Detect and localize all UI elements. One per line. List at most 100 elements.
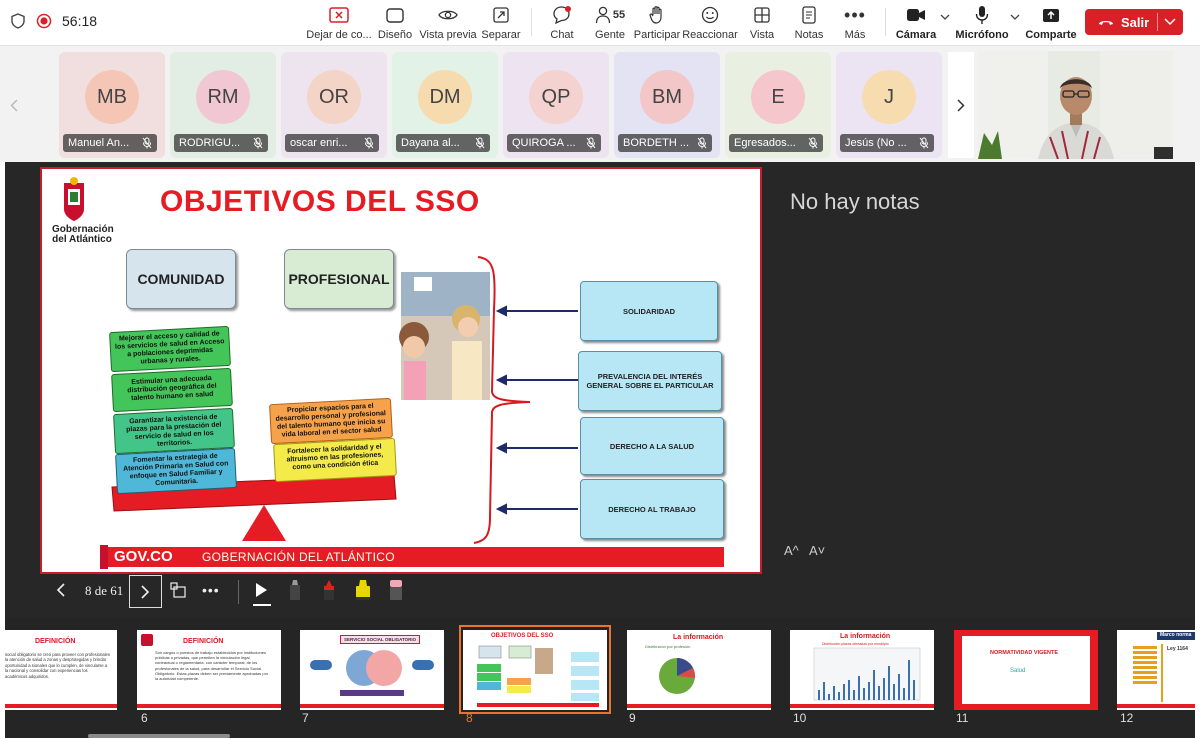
chevron-left-icon	[56, 583, 65, 597]
microphone-options-chevron-icon[interactable]	[1010, 14, 1020, 21]
red-marker-tool[interactable]	[322, 572, 338, 608]
hand-icon	[649, 4, 665, 26]
objective-orange: Propiciar espacios para el desarrollo pe…	[269, 397, 393, 445]
chat-label: Chat	[550, 29, 574, 41]
recording-icon[interactable]	[36, 13, 52, 29]
muted-microphone-icon	[364, 137, 374, 149]
participant-name: Manuel An...	[68, 137, 130, 149]
highlighter-tool[interactable]	[354, 572, 374, 608]
microphone-button[interactable]: Micrófono	[955, 4, 1009, 44]
thumb-pie-chart	[627, 658, 771, 708]
thumb-number: 7	[302, 711, 309, 725]
highlighter-icon	[356, 580, 370, 600]
slide-thumbnail-6[interactable]: DEFINICIÓN Son cargos o puestos de traba…	[137, 630, 281, 710]
slide-footer-text: GOBERNACIÓN DEL ATLÁNTICO	[202, 550, 395, 564]
muted-microphone-icon	[586, 137, 596, 149]
controls-divider	[238, 580, 239, 604]
thumb-body: Son cargos o puestos de trabajo establec…	[155, 650, 269, 682]
slide-thumbnail-7[interactable]: SERVICIO SOCIAL OBLIGATORIO	[300, 630, 444, 710]
grid-icon	[754, 4, 770, 26]
slide-grid-button[interactable]	[170, 572, 188, 608]
participant-tile[interactable]: RM RODRIGU...	[170, 52, 276, 158]
thumb-number: 10	[793, 711, 807, 725]
participant-name: Jesús (No ...	[845, 137, 907, 149]
participant-tile[interactable]: MB Manuel An...	[59, 52, 165, 158]
react-button[interactable]: Reaccionar	[682, 4, 738, 44]
gallery-next-button[interactable]	[948, 52, 974, 158]
muted-microphone-icon	[697, 137, 707, 149]
share-upload-icon	[1042, 4, 1060, 26]
notes-label: Notas	[794, 29, 824, 41]
next-slide-button[interactable]	[129, 575, 162, 608]
slide-thumbnail-11[interactable]: NORMATIVIDAD VIGENTE Salud	[954, 630, 1098, 710]
security-shield-icon[interactable]	[11, 13, 25, 29]
slide-footer-govco: GOV.CO	[114, 548, 173, 565]
slide-thumbnail-9[interactable]: La información Distribución por profesió…	[627, 630, 771, 710]
profesional-box: PROFESIONAL	[284, 249, 394, 309]
participant-tile[interactable]: J Jesús (No ...	[836, 52, 942, 158]
view-label: Vista	[749, 29, 775, 41]
slide-title: OBJETIVOS DEL SSO	[160, 185, 480, 218]
react-label: Reaccionar	[682, 29, 738, 41]
comunidad-box: COMUNIDAD	[126, 249, 236, 309]
participant-tile[interactable]: DM Dayana al...	[392, 52, 498, 158]
camera-options-chevron-icon[interactable]	[940, 14, 950, 21]
gallery-prev-button[interactable]	[0, 52, 28, 158]
slide-thumbnail-12[interactable]: Marco norma Ley 1164	[1117, 630, 1195, 710]
view-button[interactable]: Vista	[746, 4, 778, 44]
increase-font-button[interactable]: A^	[784, 543, 799, 558]
slides-grid-icon	[170, 582, 186, 598]
hang-up-icon	[1098, 18, 1114, 26]
notes-button[interactable]: Notas	[792, 4, 826, 44]
slide-thumbnail-10[interactable]: La información Distribución plazas ofert…	[790, 630, 934, 710]
people-icon: 55	[595, 4, 625, 26]
microphone-label: Micrófono	[955, 29, 1009, 41]
thumb-footer	[137, 704, 281, 708]
participant-tile[interactable]: BM BORDETH ...	[614, 52, 720, 158]
participant-tile[interactable]: OR oscar enri...	[281, 52, 387, 158]
participant-name-tag: Manuel An...	[63, 134, 157, 152]
pen-tool[interactable]	[288, 572, 304, 608]
preview-label: Vista previa	[419, 29, 477, 41]
thumbnail-scrollbar[interactable]	[88, 734, 230, 738]
leave-button[interactable]: Salir	[1085, 9, 1183, 35]
chevron-right-icon	[141, 584, 150, 599]
slide-thumbnail-5[interactable]: DEFINICIÓN social obligatorio se creó pa…	[5, 630, 117, 710]
stop-share-button[interactable]: Dejar de co...	[306, 4, 372, 44]
preview-button[interactable]: Vista previa	[419, 4, 477, 44]
notes-icon	[802, 4, 816, 26]
thumb-title: NORMATIVIDAD VIGENTE	[990, 650, 1059, 656]
more-button[interactable]: ••• Más	[840, 4, 870, 44]
thumb-body: social obligatorio se creó para proveer …	[5, 652, 111, 679]
chat-button[interactable]: Chat	[546, 4, 578, 44]
participant-name-tag: BORDETH ...	[618, 134, 712, 152]
layout-button[interactable]: Diseño	[374, 4, 416, 44]
pointer-tool[interactable]	[254, 572, 272, 608]
separate-button[interactable]: Separar	[481, 4, 521, 44]
participant-tile[interactable]: QP QUIROGA ...	[503, 52, 609, 158]
more-options-icon[interactable]: •••	[202, 572, 222, 608]
pointer-active-indicator	[253, 604, 271, 606]
muted-microphone-icon	[808, 137, 818, 149]
thumb-number: 11	[956, 711, 969, 725]
thumb-number: 6	[141, 711, 148, 725]
people-button[interactable]: 55 Gente	[590, 4, 630, 44]
share-button[interactable]: Comparte	[1025, 4, 1077, 44]
participant-avatar: BM	[640, 70, 694, 124]
leave-options-chevron-icon[interactable]	[1164, 18, 1176, 26]
participant-tile[interactable]: E Egresados...	[725, 52, 831, 158]
value-box-solidaridad: SOLIDARIDAD	[580, 281, 718, 341]
people-label: Gente	[595, 29, 625, 41]
thumb-title: DEFINICIÓN	[35, 638, 76, 645]
thumb-footer	[5, 704, 117, 708]
camera-button[interactable]: Cámara	[896, 4, 936, 44]
eraser-tool[interactable]	[388, 572, 406, 608]
leave-divider	[1157, 13, 1158, 31]
participant-avatar: E	[751, 70, 805, 124]
raise-hand-button[interactable]: Participar	[634, 4, 680, 44]
thumb-number: 9	[629, 711, 636, 725]
slide-thumbnail-8[interactable]: OBJETIVOS DEL SSO	[463, 630, 607, 710]
previous-slide-button[interactable]	[48, 572, 72, 608]
presenter-video	[978, 51, 1173, 159]
decrease-font-button[interactable]: A˅	[809, 543, 825, 558]
